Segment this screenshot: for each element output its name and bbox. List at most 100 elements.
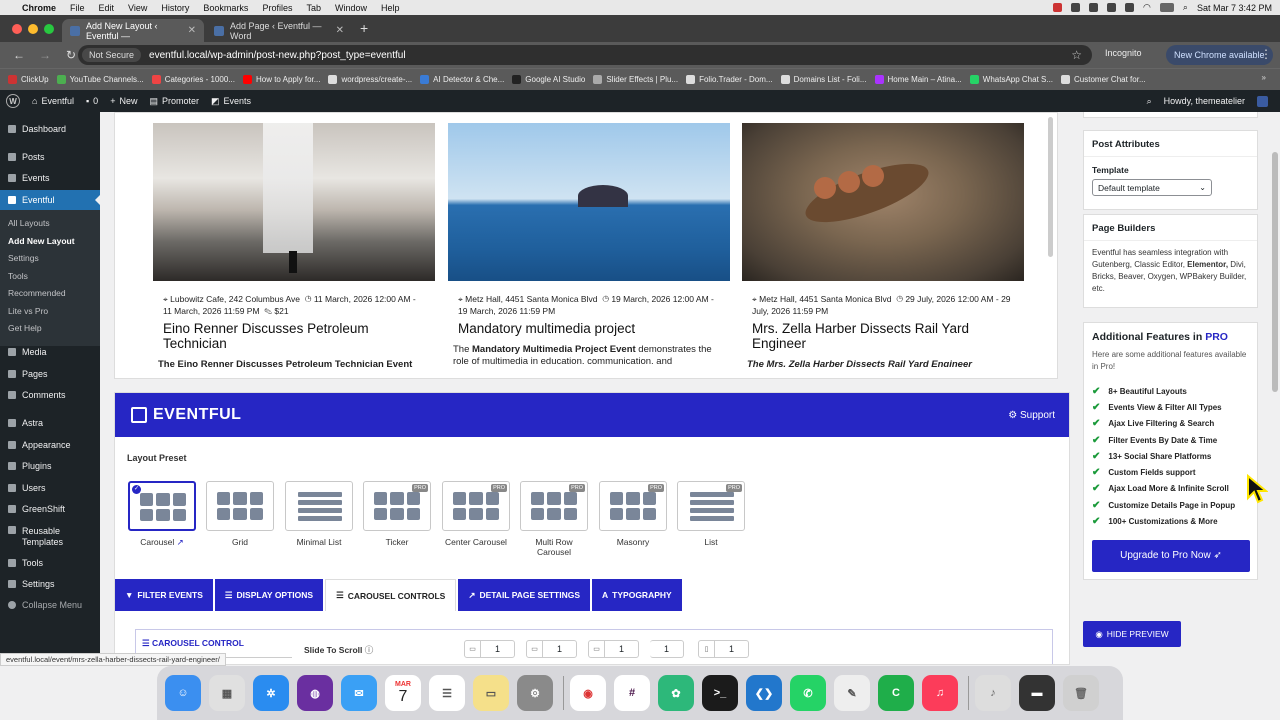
avatar[interactable] [1257, 95, 1268, 107]
event-image[interactable] [448, 123, 730, 281]
event-image[interactable] [153, 123, 435, 281]
preset-multi-row-carousel[interactable]: PRO Multi Row Carousel [519, 481, 589, 557]
status-app-icon[interactable] [1107, 3, 1117, 12]
preset-thumbnail[interactable]: PRO [363, 481, 431, 531]
wordpress-logo-icon[interactable]: W [6, 94, 20, 108]
sidebar-item-dashboard[interactable]: Dashboard [0, 119, 100, 139]
clock[interactable]: Sat Mar 7 3:42 PM [1197, 3, 1272, 13]
event-title[interactable]: Eino Renner Discusses Petroleum Technici… [153, 321, 435, 351]
sidebar-item-events[interactable]: Events [0, 168, 100, 188]
terminal-icon[interactable]: >_ [702, 675, 738, 711]
browser-tab[interactable]: Add Page ‹ Eventful — Word ✕ [206, 19, 352, 42]
sidebar-item-settings[interactable]: Settings [0, 574, 100, 594]
bookmark-item[interactable]: Google AI Studio [512, 75, 585, 84]
sidebar-item-appearance[interactable]: Appearance [0, 435, 100, 455]
bookmark-item[interactable]: WhatsApp Chat S... [969, 75, 1053, 84]
submenu-lite-vs-pro[interactable]: Lite vs Pro [8, 306, 48, 316]
bookmark-item[interactable]: Slider Effects | Plu... [593, 75, 678, 84]
bookmark-item[interactable]: Folio.Trader - Dom... [686, 75, 773, 84]
music-file-icon[interactable]: ♪ [975, 675, 1011, 711]
tab-filter-events[interactable]: ▼ FILTER EVENTS [115, 579, 213, 611]
event-card[interactable]: ⌖ Metz Hall, 4451 Santa Monica Blvd ◷ 29… [742, 123, 1024, 373]
howdy-user[interactable]: Howdy, themeatelier [1164, 96, 1245, 106]
sidebar-item-pages[interactable]: Pages [0, 364, 100, 384]
preset-thumbnail[interactable]: PRO [599, 481, 667, 531]
sidebar-item-users[interactable]: Users [0, 478, 100, 498]
trash-icon[interactable]: 🗑 [1063, 675, 1099, 711]
external-link-icon[interactable]: ↗ [177, 537, 184, 547]
vscode-icon[interactable]: ❮❯ [746, 675, 782, 711]
forward-icon[interactable]: → [38, 48, 52, 62]
upgrade-to-pro-button[interactable]: Upgrade to Pro Now ➶ [1092, 539, 1250, 572]
submenu-recommended[interactable]: Recommended [8, 288, 66, 298]
zoom-window-icon[interactable] [44, 24, 54, 34]
event-card[interactable]: ⌖ Lubowitz Cafe, 242 Columbus Ave ◷ 11 M… [153, 123, 435, 373]
bookmark-item[interactable]: YouTube Channels... [56, 75, 144, 84]
preset-thumbnail[interactable]: PRO [677, 481, 745, 531]
search-icon[interactable]: ⌕ [1183, 2, 1188, 13]
number-input-value[interactable]: 1 [481, 644, 514, 654]
wifi-icon[interactable]: ◠ [1143, 2, 1151, 13]
battery-icon[interactable] [1159, 3, 1174, 12]
preset-thumbnail[interactable]: PRO [442, 481, 510, 531]
event-image[interactable] [742, 123, 1024, 281]
status-app-icon[interactable] [1053, 3, 1063, 12]
comments-link[interactable]: ▪ 0 [86, 96, 98, 106]
promoter-link[interactable]: ▤ Promoter [149, 96, 199, 107]
more-bookmarks-icon[interactable]: » [1262, 73, 1266, 82]
sidebar-item-posts[interactable]: Posts [0, 147, 100, 167]
sidebar-item-eventful[interactable]: Eventful [0, 190, 100, 210]
screen-window-icon[interactable]: ▬ [1019, 675, 1055, 711]
slide-to-scroll-desktop[interactable]: ▭ 1 [464, 640, 516, 658]
search-icon[interactable]: ⌕ [1147, 96, 1152, 107]
support-link[interactable]: ⚙ Support [1008, 410, 1055, 421]
sidebar-item-plugins[interactable]: Plugins [0, 456, 100, 476]
chrome-menu-icon[interactable]: ⋮ [1260, 47, 1272, 61]
safari-icon[interactable]: ✲ [253, 675, 289, 711]
bookmark-item[interactable]: How to Apply for... [242, 75, 320, 84]
tab-carousel-controls[interactable]: ☰ CAROUSEL CONTROLS [325, 579, 457, 611]
preview-scrollbar[interactable] [1048, 117, 1053, 257]
tab-typography[interactable]: A TYPOGRAPHY [592, 579, 682, 611]
bookmark-item[interactable]: Domains List - Foli... [780, 75, 867, 84]
number-input-value[interactable]: 1 [650, 644, 683, 654]
notes-icon[interactable]: ▭ [473, 675, 509, 711]
preset-grid[interactable]: Grid [205, 481, 275, 547]
slide-to-scroll-small-tablet[interactable]: 1 [650, 640, 685, 658]
launchpad-icon[interactable]: ▦ [209, 675, 245, 711]
number-input-value[interactable]: 1 [715, 644, 748, 654]
template-select[interactable]: Default template ⌄ [1092, 179, 1212, 196]
new-chrome-available-button[interactable]: New Chrome available [1166, 45, 1273, 65]
chatgpt-icon[interactable]: ✿ [658, 675, 694, 711]
info-icon[interactable]: ⓘ [365, 645, 374, 655]
tab-detail-page-settings[interactable]: ↗ DETAIL PAGE SETTINGS [458, 579, 591, 611]
url-bar[interactable]: Not Secure eventful.local/wp-admin/post-… [78, 45, 1092, 65]
menu-bookmarks[interactable]: Bookmarks [203, 3, 248, 13]
menu-tab[interactable]: Tab [306, 3, 321, 13]
numbers-icon[interactable]: C [878, 675, 914, 711]
tab-display-options[interactable]: ☰ DISPLAY OPTIONS [214, 579, 324, 611]
close-tab-icon[interactable]: ✕ [188, 25, 196, 36]
slide-to-scroll-mobile[interactable]: ▯ 1 [698, 640, 750, 658]
slide-to-scroll-tablet[interactable]: ▭ 1 [588, 640, 640, 658]
close-window-icon[interactable] [12, 24, 22, 34]
finder-icon[interactable]: ☺ [165, 675, 201, 711]
calendar-icon[interactable]: MAR 7 [385, 675, 421, 711]
slide-to-scroll-laptop[interactable]: ▭ 1 [526, 640, 578, 658]
app-menu-chrome[interactable]: Chrome [22, 3, 56, 13]
submenu-get-help[interactable]: Get Help [8, 323, 42, 333]
incognito-indicator[interactable]: Incognito [1105, 48, 1142, 58]
bookmark-item[interactable]: wordpress/create-... [328, 75, 412, 84]
preset-center-carousel[interactable]: PRO Center Carousel [441, 481, 511, 547]
preset-list[interactable]: PRO List [676, 481, 746, 547]
menu-view[interactable]: View [128, 3, 147, 13]
events-link[interactable]: ◩ Events [211, 96, 251, 107]
preset-thumbnail[interactable] [285, 481, 353, 531]
preset-ticker[interactable]: PRO Ticker [362, 481, 432, 547]
event-title[interactable]: Mrs. Zella Harber Dissects Rail Yard Eng… [742, 321, 1024, 351]
submenu-tools[interactable]: Tools [8, 271, 28, 281]
collapse-menu-button[interactable]: Collapse Menu [0, 595, 100, 615]
bookmark-item[interactable]: Customer Chat for... [1061, 75, 1146, 84]
preset-thumbnail[interactable] [206, 481, 274, 531]
bookmark-item[interactable]: AI Detector & Che... [420, 75, 504, 84]
